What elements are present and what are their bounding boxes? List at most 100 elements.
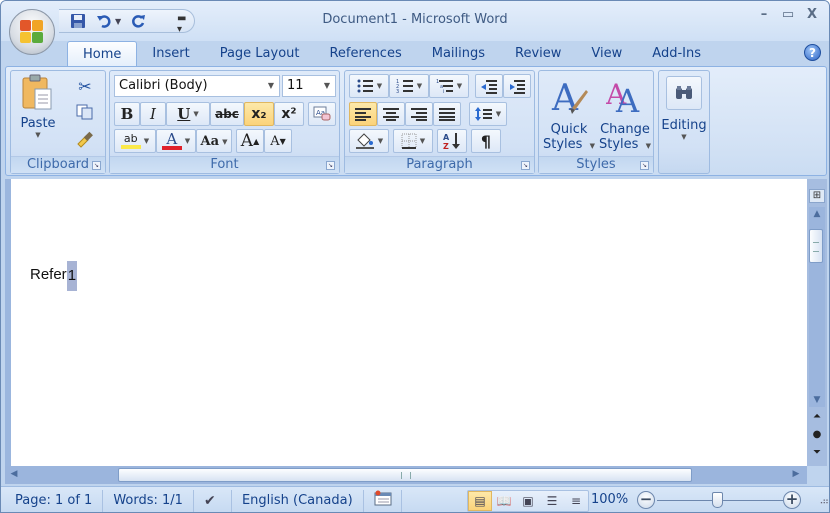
maximize-button[interactable]: ▭: [781, 7, 795, 23]
resize-grip-icon[interactable]: ⠠⠶: [817, 497, 829, 507]
close-button[interactable]: X: [805, 7, 819, 23]
svg-text:A: A: [551, 78, 579, 116]
web-layout-icon: ▣: [522, 494, 534, 508]
bullets-button[interactable]: ▼: [349, 74, 389, 98]
align-center-button[interactable]: [377, 102, 405, 126]
line-spacing-button[interactable]: ▼: [469, 102, 507, 126]
borders-button[interactable]: ▼: [393, 129, 433, 153]
format-painter-button[interactable]: [73, 127, 97, 151]
align-right-button[interactable]: [405, 102, 433, 126]
justify-button[interactable]: [433, 102, 461, 126]
document-area[interactable]: Refer1: [5, 179, 807, 466]
vertical-scroll-track[interactable]: ▲ ▼: [809, 207, 825, 407]
font-dialog-launcher[interactable]: ↘: [326, 161, 335, 170]
minimize-button[interactable]: –: [757, 7, 771, 23]
select-browse-object-icon[interactable]: ●: [809, 429, 825, 440]
web-layout-view-button[interactable]: ▣: [516, 491, 540, 511]
zoom-in-button[interactable]: +: [783, 491, 801, 509]
strikethrough-button[interactable]: abc: [210, 102, 244, 126]
vertical-scrollbar[interactable]: ⊞ ▲ ▼ ⏶ ● ⏷: [807, 179, 827, 466]
tab-home[interactable]: Home: [67, 41, 138, 67]
page-indicator[interactable]: Page: 1 of 1: [1, 489, 104, 512]
decrease-indent-button[interactable]: [475, 74, 503, 98]
justify-icon: [439, 108, 455, 121]
horizontal-scroll-thumb[interactable]: [118, 468, 692, 482]
italic-button[interactable]: I: [140, 102, 166, 126]
clipboard-dialog-launcher[interactable]: ↘: [92, 161, 101, 170]
multilevel-list-button[interactable]: 1 a i ▼: [429, 74, 469, 98]
language-indicator[interactable]: English (Canada): [232, 489, 364, 512]
show-hide-formatting-button[interactable]: ¶: [471, 129, 501, 153]
previous-page-icon[interactable]: ⏶: [809, 411, 825, 422]
superscript-button[interactable]: x²: [274, 102, 304, 126]
tab-insert[interactable]: Insert: [137, 41, 204, 67]
word-count[interactable]: Words: 1/1: [103, 489, 194, 512]
tab-review[interactable]: Review: [500, 41, 576, 67]
tab-references[interactable]: References: [314, 41, 416, 67]
editing-button[interactable]: Editing ▼: [661, 73, 707, 171]
scroll-right-arrow-icon[interactable]: ▶: [791, 469, 801, 479]
align-left-icon: [355, 108, 371, 121]
font-name-value: Calibri (Body): [119, 78, 208, 93]
change-styles-icon: AA: [606, 78, 640, 116]
clear-formatting-button[interactable]: Aa: [308, 102, 336, 126]
tab-view[interactable]: View: [576, 41, 637, 67]
copy-button[interactable]: [73, 101, 97, 123]
font-color-button[interactable]: A ▼: [156, 129, 196, 153]
tab-add-ins[interactable]: Add-Ins: [637, 41, 716, 67]
paragraph-dialog-launcher[interactable]: ↘: [521, 161, 530, 170]
align-right-icon: [411, 108, 427, 121]
underline-button[interactable]: U ▼: [166, 102, 210, 126]
zoom-level[interactable]: 100%: [591, 492, 628, 507]
title-app: Microsoft Word: [410, 12, 508, 27]
full-screen-reading-view-button[interactable]: 📖: [492, 491, 516, 511]
align-left-button[interactable]: [349, 102, 377, 126]
grow-font-button[interactable]: A ▲: [236, 129, 264, 153]
font-name-combo[interactable]: Calibri (Body) ▼: [114, 75, 280, 97]
tab-page-layout[interactable]: Page Layout: [205, 41, 315, 67]
office-button[interactable]: [9, 9, 55, 55]
shrink-font-button[interactable]: A ▼: [264, 129, 292, 153]
draft-view-button[interactable]: ≡: [564, 491, 588, 511]
subscript-button[interactable]: x₂: [244, 102, 274, 126]
scroll-left-arrow-icon[interactable]: ◀: [9, 469, 19, 479]
document-text[interactable]: Refer1: [30, 261, 78, 291]
change-case-button[interactable]: Aa ▼: [196, 129, 232, 153]
print-layout-view-button[interactable]: ▤: [468, 491, 492, 511]
scroll-up-arrow-icon[interactable]: ▲: [809, 209, 825, 219]
paste-button[interactable]: Paste ▼: [15, 73, 61, 151]
font-size-combo[interactable]: 11 ▼: [282, 75, 336, 97]
help-icon[interactable]: ?: [804, 44, 821, 61]
view-ruler-button[interactable]: ⊞: [809, 189, 825, 203]
quick-styles-button[interactable]: A Quick Styles ▼: [541, 73, 597, 153]
numbering-button[interactable]: 1 2 3 ▼: [389, 74, 429, 98]
zoom-out-button[interactable]: −: [637, 491, 655, 509]
zoom-slider-thumb[interactable]: [712, 492, 723, 508]
outline-view-button[interactable]: ☰: [540, 491, 564, 511]
editing-label: Editing: [661, 118, 707, 133]
highlight-button[interactable]: ab ▼: [114, 129, 156, 153]
horizontal-scrollbar[interactable]: ◀ ▶: [5, 466, 807, 484]
chevron-down-icon: ▼: [184, 137, 191, 145]
selected-text: 1: [66, 261, 78, 291]
window-controls: – ▭ X: [757, 7, 819, 23]
chevron-down-icon: ▼: [456, 82, 463, 90]
vertical-scroll-thumb[interactable]: [809, 229, 823, 263]
change-styles-button[interactable]: AA Change Styles ▼: [597, 73, 653, 153]
next-page-icon[interactable]: ⏷: [809, 447, 825, 458]
clipboard-group-label: Clipboard: [11, 156, 105, 173]
styles-dialog-launcher[interactable]: ↘: [640, 161, 649, 170]
quick-styles-label: Quick Styles ▼: [542, 122, 596, 154]
window-title: Document1 - Microsoft Word: [1, 12, 829, 27]
bullet-list-icon: [357, 79, 373, 93]
cut-button[interactable]: ✂: [73, 75, 97, 97]
macro-recording[interactable]: [364, 489, 402, 512]
bold-button[interactable]: B: [114, 102, 140, 126]
proofing-status[interactable]: ✔: [194, 489, 232, 512]
scroll-down-arrow-icon[interactable]: ▼: [809, 395, 825, 405]
sort-button[interactable]: AZ: [437, 129, 467, 153]
tab-mailings[interactable]: Mailings: [417, 41, 500, 67]
ribbon-tabs: Home Insert Page Layout References Maili…: [67, 41, 716, 67]
increase-indent-button[interactable]: [503, 74, 531, 98]
shading-button[interactable]: ▼: [349, 129, 389, 153]
